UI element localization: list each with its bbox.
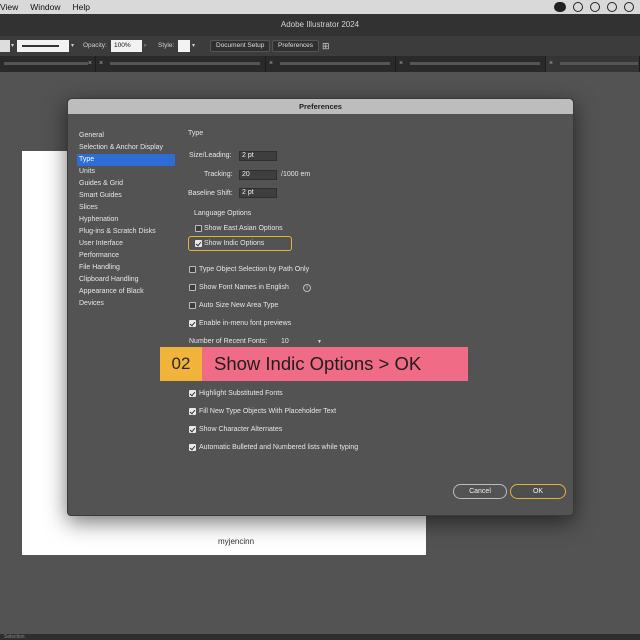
fill-swatch[interactable] bbox=[0, 40, 10, 52]
nav-item-general[interactable]: General bbox=[79, 130, 175, 142]
arrange-icon[interactable]: ⊞ bbox=[322, 40, 334, 52]
document-tab-active[interactable]: × bbox=[546, 56, 640, 72]
nav-item-units[interactable]: Units bbox=[79, 166, 175, 178]
section-title: Type bbox=[188, 130, 204, 137]
document-tab[interactable]: × bbox=[96, 56, 266, 72]
type-object-selection-label: Type Object Selection by Path Only bbox=[199, 266, 310, 273]
status-bar: Selection bbox=[0, 634, 640, 640]
close-icon[interactable]: × bbox=[549, 56, 553, 72]
tracking-unit: /1000 em bbox=[281, 171, 311, 178]
recent-fonts-select[interactable]: 10 bbox=[281, 338, 289, 345]
nav-item-performance[interactable]: Performance bbox=[79, 250, 175, 262]
ok-button[interactable]: OK bbox=[510, 484, 566, 499]
app-title-bar: Adobe Illustrator 2024 bbox=[0, 14, 640, 36]
artboard-caption: myjencinn bbox=[218, 537, 255, 546]
menu-window[interactable]: Window bbox=[30, 2, 60, 12]
fill-placeholder-checkbox[interactable] bbox=[189, 408, 196, 415]
chevron-down-icon[interactable]: ▼ bbox=[317, 339, 322, 345]
chevron-down-icon[interactable]: ▾ bbox=[71, 40, 77, 52]
baseline-shift-input[interactable]: 2 pt bbox=[239, 188, 277, 198]
recent-fonts-label: Number of Recent Fonts: bbox=[189, 338, 268, 345]
style-swatch[interactable] bbox=[178, 40, 190, 52]
size-leading-input[interactable]: 2 pt bbox=[239, 151, 277, 161]
close-icon[interactable]: × bbox=[399, 56, 403, 72]
document-setup-button[interactable]: Document Setup bbox=[210, 40, 271, 52]
auto-size-label: Auto Size New Area Type bbox=[199, 302, 279, 309]
app-title: Adobe Illustrator 2024 bbox=[280, 20, 360, 29]
cancel-button[interactable]: Cancel bbox=[453, 484, 507, 499]
status-icons bbox=[554, 2, 634, 12]
font-names-english-checkbox[interactable] bbox=[189, 284, 196, 291]
baseline-shift-label: Baseline Shift: bbox=[188, 190, 233, 197]
nav-item-appearance-black[interactable]: Appearance of Black bbox=[79, 286, 175, 298]
status-text: Selection bbox=[4, 634, 25, 640]
battery-icon[interactable] bbox=[554, 2, 566, 12]
document-tab[interactable]: × bbox=[266, 56, 396, 72]
tutorial-banner: 02 Show Indic Options > OK bbox=[160, 347, 468, 381]
char-alternates-label: Show Character Alternates bbox=[199, 426, 283, 433]
tracking-input[interactable]: 20 bbox=[239, 170, 277, 180]
font-names-english-label: Show Font Names in English bbox=[199, 284, 289, 291]
nav-item-type[interactable]: Type bbox=[77, 154, 175, 166]
nav-item-plugins[interactable]: Plug-ins & Scratch Disks bbox=[79, 226, 175, 238]
document-tab[interactable]: × bbox=[396, 56, 546, 72]
chevron-down-icon[interactable]: ▾ bbox=[192, 40, 195, 52]
highlight-substituted-checkbox[interactable] bbox=[189, 390, 196, 397]
style-label: Style: bbox=[158, 42, 175, 49]
extension-icon[interactable] bbox=[590, 2, 600, 12]
step-instruction: Show Indic Options > OK bbox=[202, 347, 468, 381]
font-previews-checkbox[interactable] bbox=[189, 320, 196, 327]
tracking-label: Tracking: bbox=[204, 171, 233, 178]
sync-icon[interactable] bbox=[573, 2, 583, 12]
document-tab[interactable]: × bbox=[0, 56, 96, 72]
show-east-asian-label: Show East Asian Options bbox=[204, 225, 283, 232]
language-options-label: Language Options bbox=[194, 210, 252, 217]
preferences-button[interactable]: Preferences bbox=[272, 40, 320, 52]
menu-help[interactable]: Help bbox=[73, 2, 90, 12]
chevron-right-icon[interactable]: › bbox=[144, 40, 146, 52]
menu-bar: View Window Help bbox=[0, 0, 640, 14]
user-icon[interactable] bbox=[607, 2, 617, 12]
type-object-selection-checkbox[interactable] bbox=[189, 266, 196, 273]
nav-item-selection-anchor[interactable]: Selection & Anchor Display bbox=[79, 142, 175, 154]
fill-placeholder-label: Fill New Type Objects With Placeholder T… bbox=[199, 408, 337, 415]
document-tabs: × × × × × bbox=[0, 56, 640, 72]
nav-item-guides-grid[interactable]: Guides & Grid bbox=[79, 178, 175, 190]
menu-view[interactable]: View bbox=[0, 2, 18, 12]
nav-item-slices[interactable]: Slices bbox=[79, 202, 175, 214]
highlight-substituted-label: Highlight Substituted Fonts bbox=[199, 390, 283, 397]
font-previews-label: Enable in-menu font previews bbox=[199, 320, 292, 327]
preferences-dialog: Preferences General Selection & Anchor D… bbox=[67, 98, 574, 516]
close-icon[interactable]: × bbox=[99, 56, 103, 72]
nav-item-file-handling[interactable]: File Handling bbox=[79, 262, 175, 274]
auto-size-checkbox[interactable] bbox=[189, 302, 196, 309]
close-icon[interactable]: × bbox=[269, 56, 273, 72]
close-icon[interactable]: × bbox=[88, 56, 92, 72]
opacity-label: Opacity: bbox=[83, 42, 107, 49]
preferences-nav: General Selection & Anchor Display Type … bbox=[77, 130, 175, 310]
stroke-profile-dropdown[interactable] bbox=[17, 40, 69, 52]
control-bar: ▾ ▾ Opacity: 100% › Style: ▾ Document Se… bbox=[0, 36, 640, 56]
nav-item-clipboard[interactable]: Clipboard Handling bbox=[79, 274, 175, 286]
nav-item-smart-guides[interactable]: Smart Guides bbox=[79, 190, 175, 202]
auto-lists-label: Automatic Bulleted and Numbered lists wh… bbox=[199, 444, 359, 451]
nav-item-user-interface[interactable]: User Interface bbox=[79, 238, 175, 250]
type-preferences-panel: Type Size/Leading: 2 pt Tracking: 20 /10… bbox=[188, 99, 568, 515]
control-center-icon[interactable] bbox=[624, 2, 634, 12]
char-alternates-checkbox[interactable] bbox=[189, 426, 196, 433]
auto-lists-checkbox[interactable] bbox=[189, 444, 196, 451]
opacity-input[interactable]: 100% bbox=[111, 40, 142, 52]
nav-item-hyphenation[interactable]: Hyphenation bbox=[79, 214, 175, 226]
step-number: 02 bbox=[160, 347, 202, 381]
info-icon[interactable]: i bbox=[303, 284, 311, 292]
show-indic-label: Show Indic Options bbox=[204, 240, 265, 247]
show-indic-checkbox[interactable] bbox=[195, 240, 202, 247]
show-east-asian-checkbox[interactable] bbox=[195, 225, 202, 232]
nav-item-devices[interactable]: Devices bbox=[79, 298, 175, 310]
size-leading-label: Size/Leading: bbox=[189, 152, 232, 159]
